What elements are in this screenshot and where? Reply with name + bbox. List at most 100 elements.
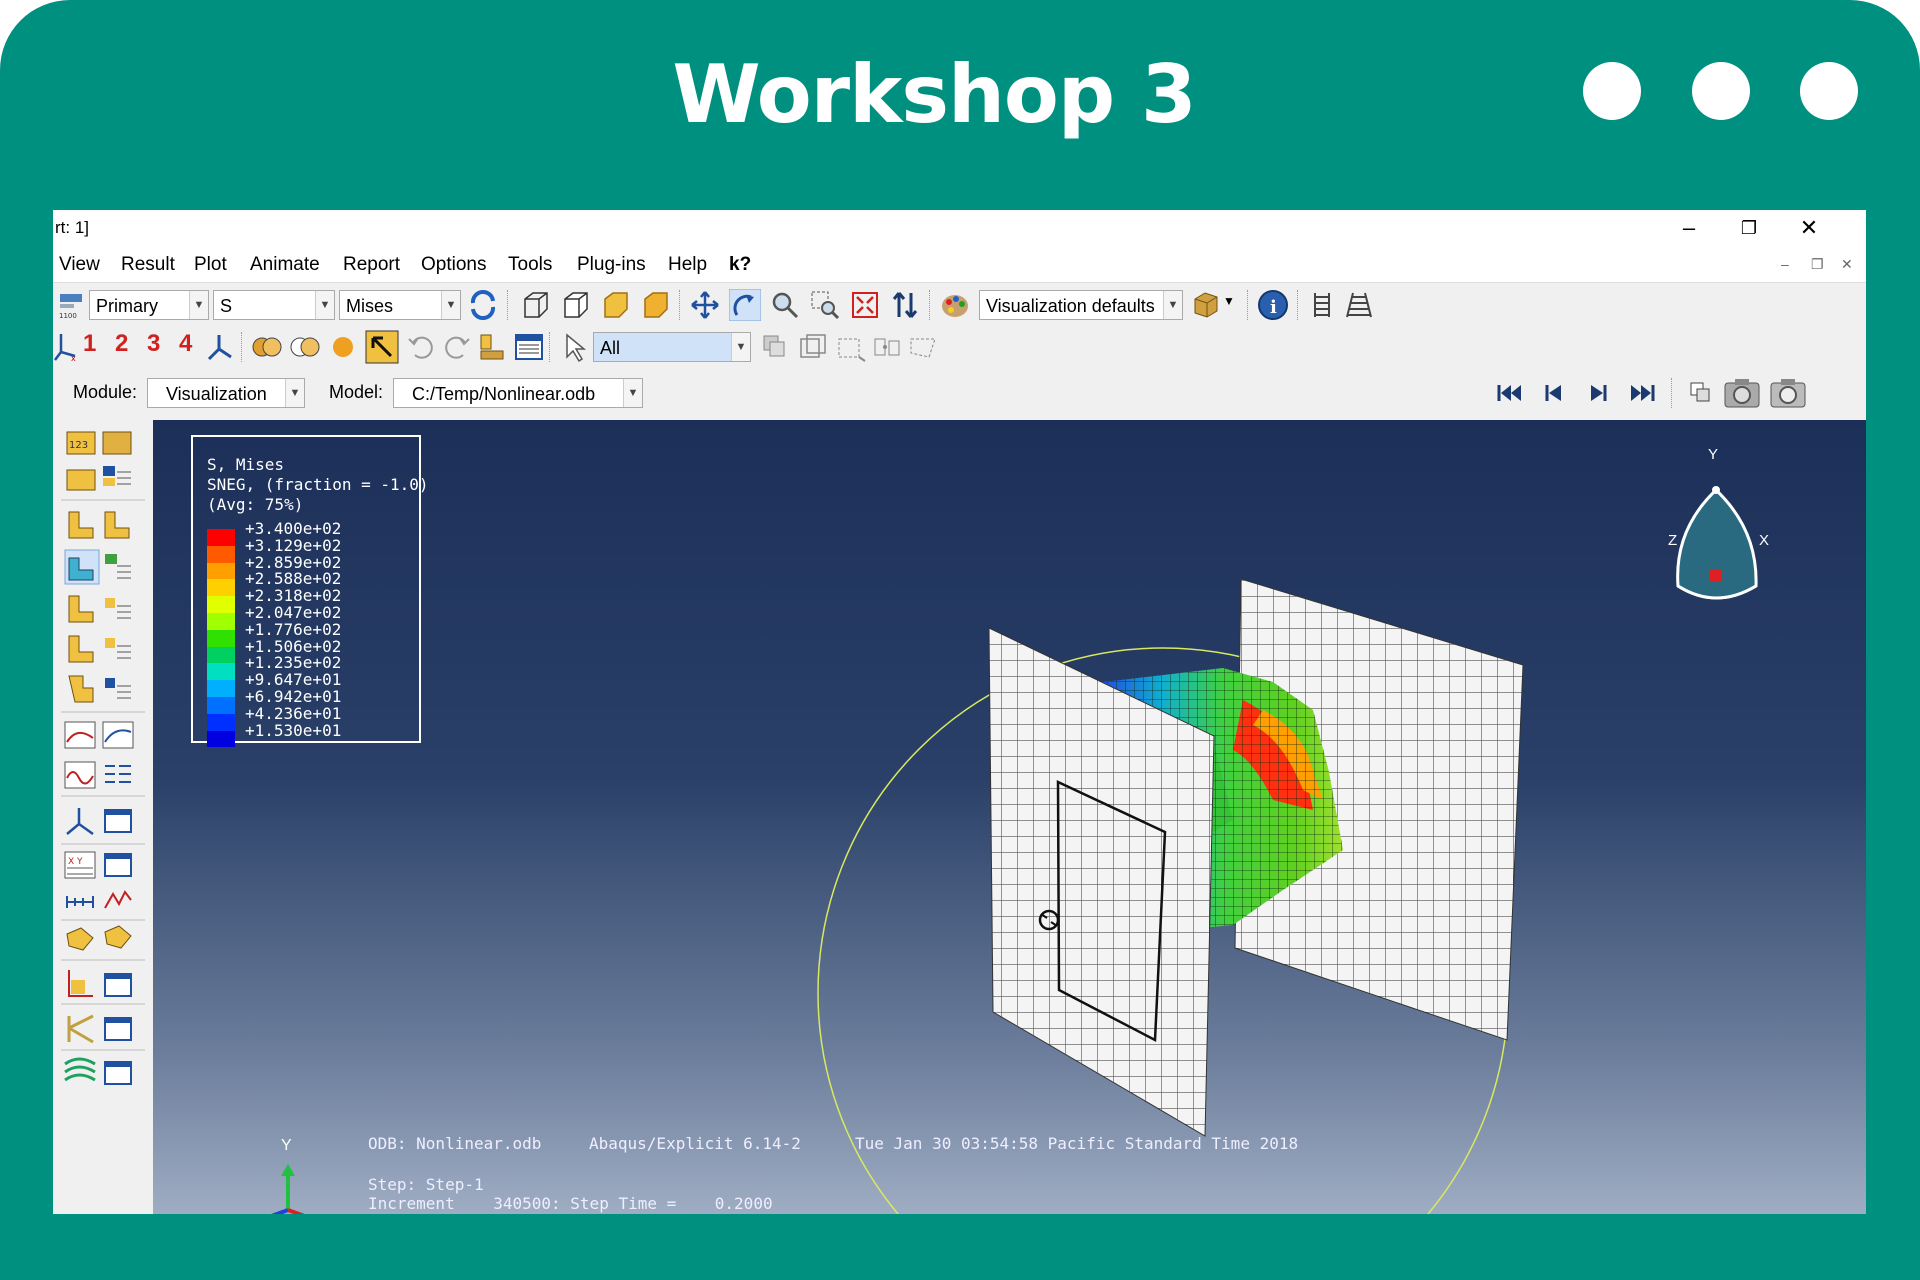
select-options-icon[interactable] bbox=[759, 331, 791, 363]
menu-help[interactable]: Help bbox=[668, 254, 707, 276]
info-icon[interactable]: i bbox=[1257, 289, 1289, 321]
separator bbox=[1671, 378, 1674, 408]
legend-swatch bbox=[207, 663, 235, 681]
ply-stack-plot-icon[interactable] bbox=[1343, 289, 1375, 321]
plot-undeformed-icon: 123 bbox=[66, 431, 96, 455]
legend-values: +3.400e+02 +3.129e+02 +2.859e+02 +2.588e+02… bbox=[245, 520, 341, 739]
cut-plane-alt-icon[interactable] bbox=[289, 331, 321, 363]
front-view-icon[interactable] bbox=[559, 289, 591, 321]
menu-bar: View Result Plot Animate Report Options … bbox=[53, 246, 1866, 283]
view-cube-icon[interactable] bbox=[1189, 289, 1221, 321]
side-view-icon[interactable] bbox=[599, 289, 631, 321]
selection-filter-select[interactable]: All ▼ bbox=[593, 332, 751, 362]
ply-stack-icon[interactable] bbox=[1307, 289, 1339, 321]
auto-fit-icon[interactable] bbox=[849, 289, 881, 321]
mdi-minimize-icon[interactable]: – bbox=[1781, 256, 1789, 272]
menu-report[interactable]: Report bbox=[343, 254, 400, 276]
separator bbox=[929, 290, 932, 320]
module-select[interactable]: Visualization ▼ bbox=[147, 378, 305, 408]
triad-icon[interactable] bbox=[203, 331, 235, 363]
viewport-icon[interactable] bbox=[1685, 377, 1717, 409]
next-frame-icon[interactable] bbox=[1583, 377, 1615, 409]
invariant-select-value: Mises bbox=[346, 296, 394, 316]
undo-icon[interactable] bbox=[405, 331, 437, 363]
first-frame-icon[interactable] bbox=[1493, 377, 1525, 409]
menu-view[interactable]: View bbox=[59, 254, 100, 276]
iso-view-icon[interactable] bbox=[519, 289, 551, 321]
free-body-create-icon bbox=[66, 927, 94, 951]
menu-result[interactable]: Result bbox=[121, 254, 175, 276]
cut-plane-icon[interactable] bbox=[251, 331, 283, 363]
select-mesh-icon[interactable] bbox=[871, 331, 903, 363]
svg-text:x: x bbox=[71, 354, 76, 362]
legend-swatch bbox=[207, 713, 235, 731]
selection-filter-value: All bbox=[600, 338, 621, 358]
variable-select-value: S bbox=[220, 296, 233, 316]
minimize-button[interactable]: – bbox=[1666, 212, 1712, 244]
window-title: rt: 1] bbox=[55, 218, 90, 237]
menu-tools[interactable]: Tools bbox=[508, 254, 552, 276]
legend-averaging: (Avg: 75%) bbox=[207, 495, 304, 514]
dropdown-arrow-icon[interactable]: ▼ bbox=[1223, 294, 1235, 308]
menu-plot[interactable]: Plot bbox=[194, 254, 227, 276]
last-frame-icon[interactable] bbox=[1627, 377, 1659, 409]
palette-icon[interactable] bbox=[939, 289, 971, 321]
legend-color-scale bbox=[207, 529, 235, 748]
field-output-icon[interactable]: 1100 bbox=[57, 288, 87, 320]
rotate-icon[interactable] bbox=[729, 289, 761, 321]
toolbox-icons: 123 X Y bbox=[61, 431, 145, 1085]
csys-icon[interactable]: x bbox=[53, 330, 79, 362]
close-button[interactable]: ✕ bbox=[1786, 212, 1832, 244]
free-body-manager-icon bbox=[104, 925, 132, 949]
cycle-views-icon[interactable] bbox=[889, 289, 921, 321]
pan-icon[interactable] bbox=[689, 289, 721, 321]
animate-scale-factor-icon bbox=[64, 721, 96, 749]
menu-animate[interactable]: Animate bbox=[250, 254, 320, 276]
restore-button[interactable]: ❐ bbox=[1726, 212, 1772, 244]
variable-select[interactable]: S ▼ bbox=[213, 290, 335, 320]
select-tool-icon[interactable] bbox=[365, 330, 399, 364]
box-zoom-icon[interactable] bbox=[809, 289, 841, 321]
drag-shape-icon[interactable] bbox=[835, 331, 867, 363]
query-icon[interactable] bbox=[477, 331, 509, 363]
render-style-select[interactable]: Visualization defaults ▼ bbox=[979, 290, 1183, 320]
small-triad bbox=[271, 1164, 305, 1214]
sphere-icon[interactable] bbox=[327, 331, 359, 363]
refresh-icon[interactable] bbox=[467, 289, 499, 321]
chevron-down-icon: ▼ bbox=[623, 379, 642, 407]
mdi-restore-icon[interactable]: ❐ bbox=[1811, 256, 1824, 273]
csys-manager-icon bbox=[104, 809, 132, 833]
common-options-icon bbox=[68, 675, 94, 703]
table-icon[interactable] bbox=[513, 331, 545, 363]
menu-options[interactable]: Options bbox=[421, 254, 486, 276]
display-group-manager-icon bbox=[104, 1017, 132, 1041]
model-select[interactable]: C:/Temp/Nonlinear.odb ▼ bbox=[393, 378, 643, 408]
view-4-button[interactable]: 4 bbox=[179, 330, 192, 358]
camera-settings-icon[interactable] bbox=[1769, 375, 1807, 411]
mdi-close-icon[interactable]: ✕ bbox=[1841, 256, 1853, 273]
separator bbox=[1247, 290, 1250, 320]
redo-icon[interactable] bbox=[441, 331, 473, 363]
contour-legend[interactable]: S, Mises SNEG, (fraction = -1.0) (Avg: 7… bbox=[191, 435, 429, 748]
context-help-button[interactable]: k? bbox=[729, 254, 751, 276]
menu-plugins[interactable]: Plug-ins bbox=[577, 254, 646, 276]
view-2-button[interactable]: 2 bbox=[115, 330, 128, 358]
view-1-button[interactable]: 1 bbox=[83, 330, 96, 358]
camera-icon[interactable] bbox=[1723, 375, 1761, 411]
previous-frame-icon[interactable] bbox=[1537, 377, 1569, 409]
select-angle-icon[interactable] bbox=[907, 331, 939, 363]
viewport[interactable]: S, Mises SNEG, (fraction = -1.0) (Avg: 7… bbox=[153, 420, 1866, 1214]
window-dot-3 bbox=[1800, 62, 1858, 120]
title-bar: rt: 1] – ❐ ✕ bbox=[53, 210, 1866, 246]
top-view-icon[interactable] bbox=[639, 289, 671, 321]
invariant-select[interactable]: Mises ▼ bbox=[339, 290, 461, 320]
plot-symbols-icon bbox=[103, 466, 131, 486]
zoom-icon[interactable] bbox=[769, 289, 801, 321]
step-select[interactable]: Primary ▼ bbox=[89, 290, 209, 320]
model-label: Model: bbox=[329, 382, 384, 402]
select-from-viewport-icon[interactable] bbox=[797, 331, 829, 363]
cursor-icon[interactable] bbox=[559, 331, 591, 363]
view-3-button[interactable]: 3 bbox=[147, 330, 160, 358]
context-bar: Module: Visualization ▼ Model: C:/Temp/N… bbox=[53, 370, 1866, 416]
display-group-create-icon bbox=[67, 1014, 94, 1044]
